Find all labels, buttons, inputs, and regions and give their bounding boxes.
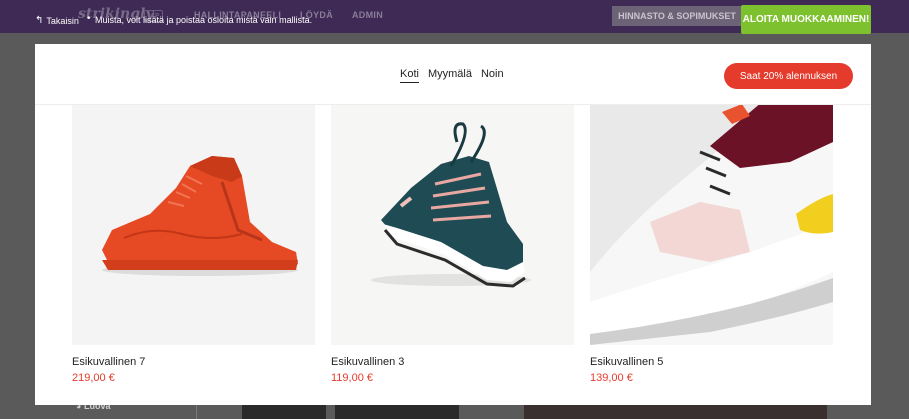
back-button[interactable]: ↰ Takaisin <box>35 15 79 26</box>
site-nav-shop[interactable]: Myymälä <box>428 68 472 83</box>
site-header: Koti Myymälä Noin Saat 20% alennuksen <box>35 44 871 105</box>
teal-sneaker-image <box>331 102 574 345</box>
separator-dot: • <box>86 14 92 24</box>
pricing-button[interactable]: HINNASTO & SOPIMUKSET <box>612 6 742 26</box>
site-nav-about[interactable]: Noin <box>481 68 504 83</box>
product-card[interactable]: Esikuvallinen 7 219,00 € <box>72 102 315 384</box>
editor-nav-admin[interactable]: ADMIN <box>352 10 383 20</box>
product-image[interactable] <box>331 102 574 345</box>
template-notice: Muista, voit lisätä ja poistaa osioita m… <box>95 15 313 25</box>
product-name[interactable]: Esikuvallinen 3 <box>331 356 574 368</box>
discount-button[interactable]: Saat 20% alennuksen <box>724 63 853 89</box>
product-card[interactable]: Esikuvallinen 5 139,00 € <box>590 102 833 384</box>
product-image[interactable] <box>72 102 315 345</box>
product-card[interactable]: Esikuvallinen 3 119,00 € <box>331 102 574 384</box>
site-nav: Koti Myymälä Noin <box>400 68 504 83</box>
template-thumbnail[interactable] <box>335 404 459 419</box>
product-price: 119,00 € <box>331 372 374 384</box>
product-name[interactable]: Esikuvallinen 7 <box>72 356 315 368</box>
red-sneaker-image <box>72 102 315 345</box>
product-price: 139,00 € <box>590 372 633 384</box>
product-name[interactable]: Esikuvallinen 5 <box>590 356 833 368</box>
site-preview: Koti Myymälä Noin Saat 20% alennuksen Es… <box>35 44 871 405</box>
back-arrow-icon: ↰ <box>35 15 44 26</box>
template-thumbnail[interactable] <box>524 404 827 419</box>
product-price: 219,00 € <box>72 372 115 384</box>
template-thumbnail[interactable] <box>242 404 326 419</box>
start-editing-button[interactable]: ALOITA MUOKKAAMINEN! <box>741 5 871 34</box>
site-nav-home[interactable]: Koti <box>400 68 419 83</box>
back-label: Takaisin <box>46 15 79 26</box>
white-sneaker-image <box>590 102 833 345</box>
product-image[interactable] <box>590 102 833 345</box>
sidebar-divider <box>196 404 197 419</box>
